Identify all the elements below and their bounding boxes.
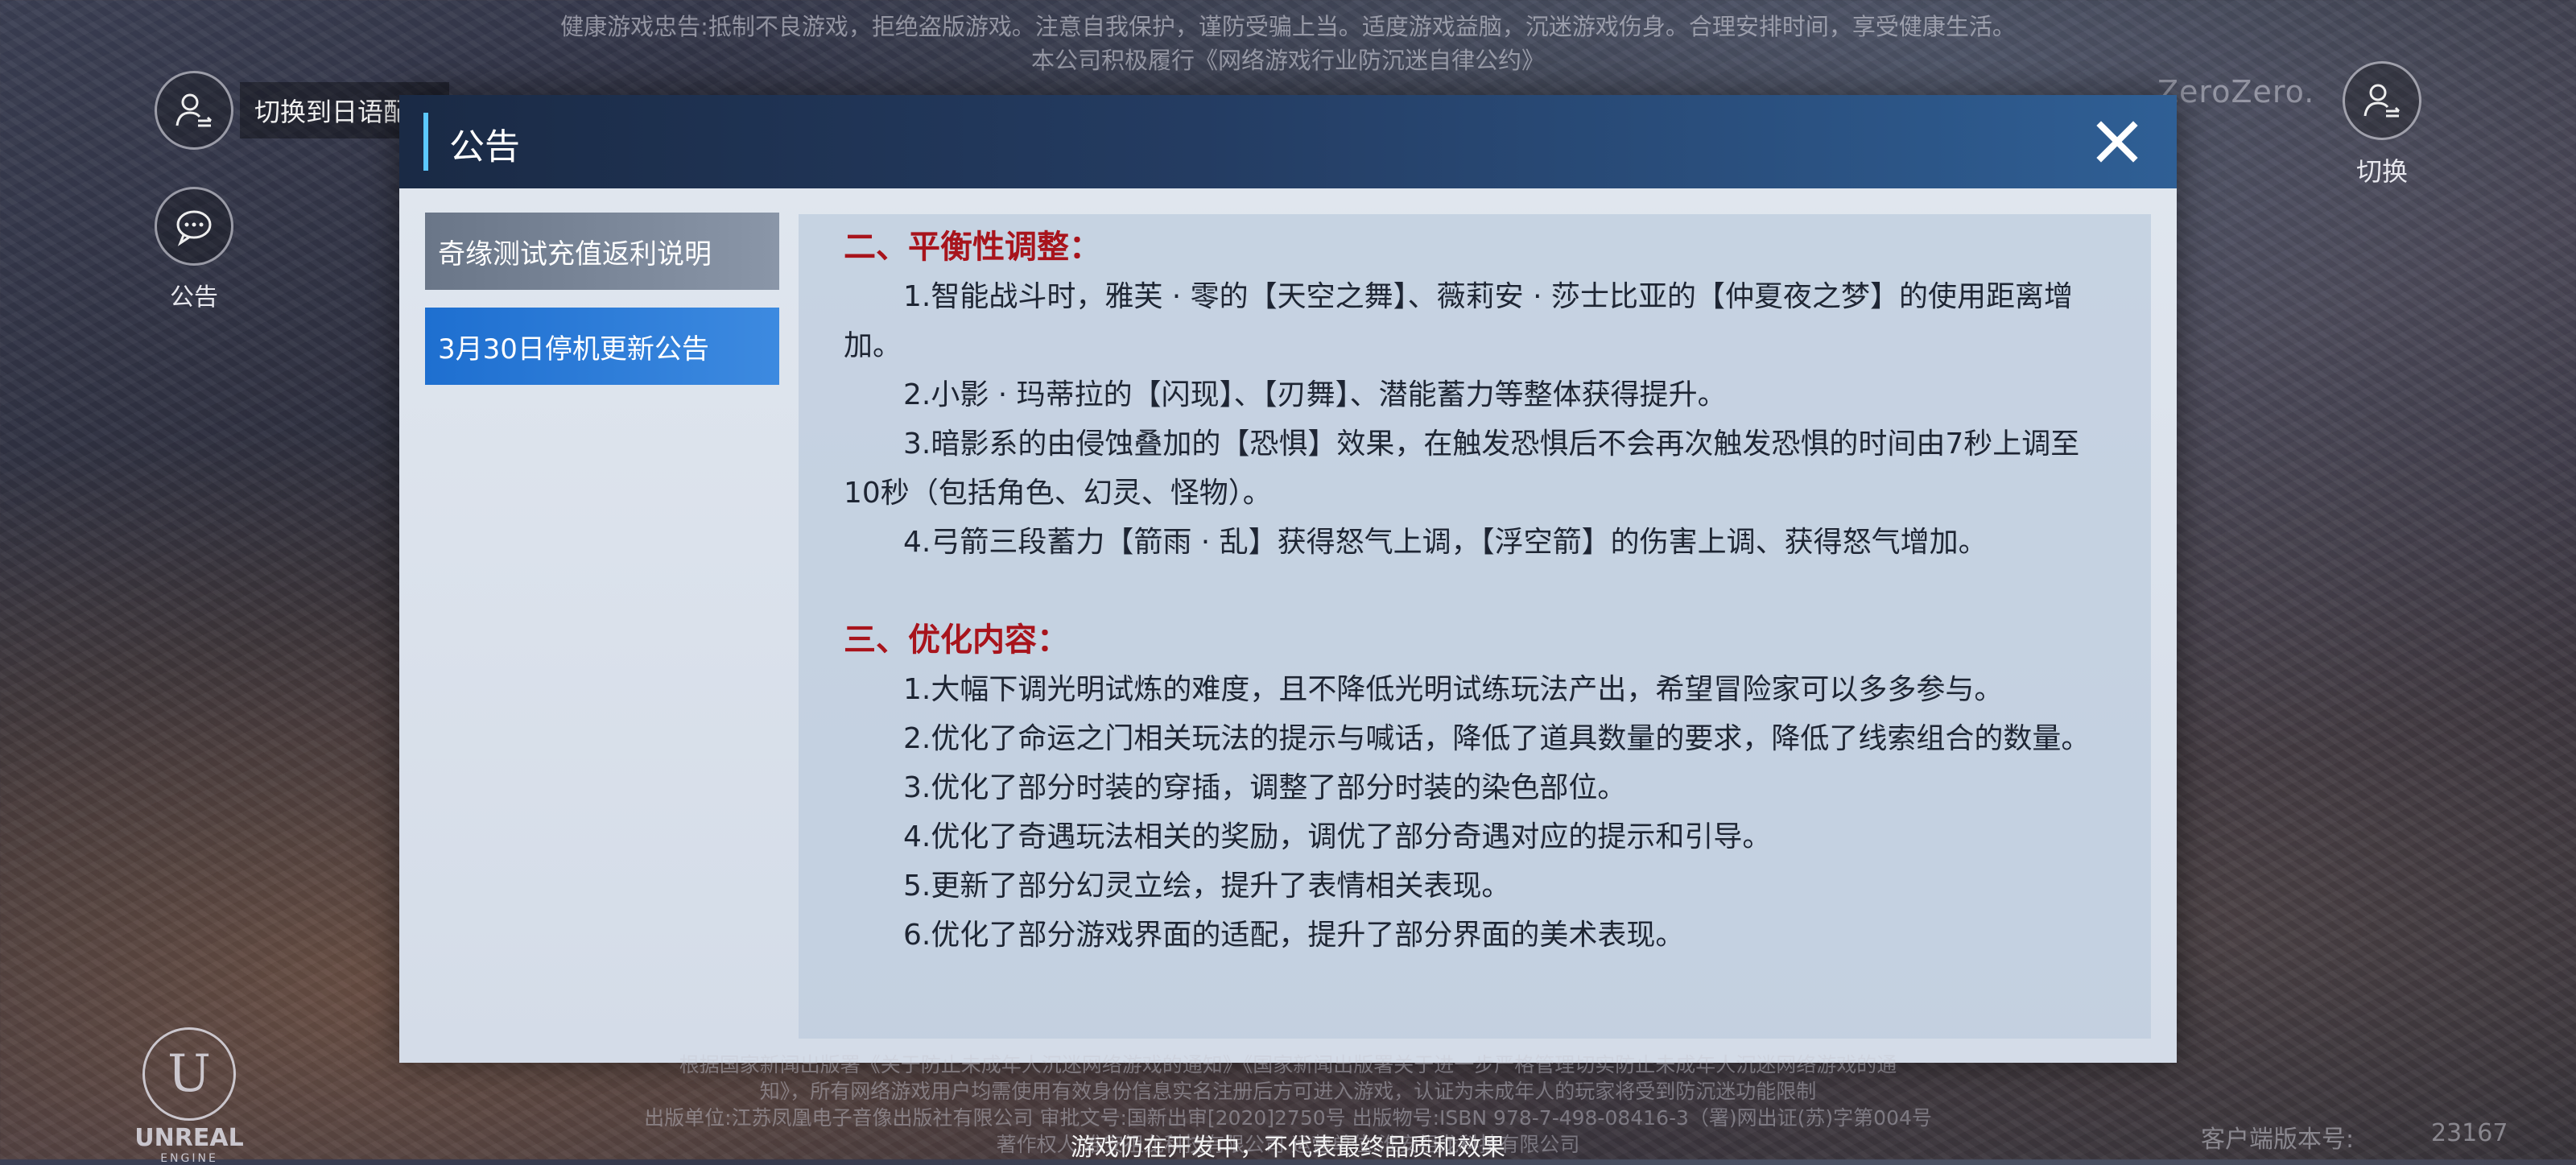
dialog-header: 公告: [399, 95, 2177, 188]
section-item: 5.更新了部分幻灵立绘，提升了表情相关表现。: [903, 870, 1511, 903]
dialog-title: 公告: [449, 126, 520, 167]
unreal-logo-icon: U: [142, 1027, 236, 1121]
user-switch-icon: [155, 71, 233, 150]
announcement-content[interactable]: 二、平衡性调整： 1.智能战斗时，雅芙 · 零的【天空之舞】、薇莉安 · 莎士比…: [799, 214, 2151, 1039]
switch-account-button[interactable]: 切换: [2343, 61, 2421, 188]
section-item: 6.优化了部分游戏界面的适配，提升了部分界面的美术表现。: [903, 919, 1685, 952]
health-notice: 健康游戏忠告:抵制不良游戏，拒绝盗版游戏。注意自我保护，谨防受骗上当。适度游戏益…: [0, 10, 2576, 77]
notice-button[interactable]: 公告: [155, 187, 233, 312]
chat-bubble-icon: [155, 187, 233, 266]
section-item: 4.优化了奇遇玩法相关的奖励，调优了部分奇遇对应的提示和引导。: [903, 820, 1772, 853]
section-title: 二、平衡性调整：: [844, 229, 1101, 266]
footer-line: 根据国家新闻出版署《关于防止未成年人沉迷网络游戏的通知》《国家新闻出版署关于进一…: [679, 1053, 1897, 1076]
unreal-logo-subtext: ENGINE: [160, 1152, 218, 1165]
section-item: 3.暗影系的由侵蚀叠加的【恐惧】效果，在触发恐惧后不会再次触发恐惧的时间由7秒上…: [844, 428, 2080, 510]
tab-maintenance-update[interactable]: 3月30日停机更新公告: [425, 308, 779, 385]
switch-account-label: 切换: [2355, 156, 2408, 187]
tab-recharge-rebate[interactable]: 奇缘测试充值返利说明: [425, 213, 779, 290]
dev-notice: 游戏仍在开发中，不代表最终品质和效果: [1071, 1134, 1505, 1162]
tab-label: 奇缘测试充值返利说明: [438, 238, 712, 271]
close-button[interactable]: [2093, 118, 2141, 166]
section-item: 2.优化了命运之门相关玩法的提示与喊话，降低了道具数量的要求，降低了线索组合的数…: [903, 722, 2091, 755]
brand-watermark: ZeroZero.: [2157, 74, 2315, 109]
section-title: 三、优化内容：: [844, 622, 1069, 659]
footer-line: 知》，所有网络游戏用户均需使用有效身份信息实名注册后方可进入游戏，认证为未成年人…: [759, 1080, 1817, 1103]
announcement-dialog: 公告 奇缘测试充值返利说明 3月30日停机更新公告 二、平衡性调整： 1.智能战…: [399, 95, 2177, 1063]
client-version-number: 23167: [2431, 1119, 2508, 1147]
close-icon: [2096, 121, 2138, 163]
section-item: 3.优化了部分时装的穿插，调整了部分时装的染色部位。: [903, 771, 1627, 804]
announcement-text: 二、平衡性调整： 1.智能战斗时，雅芙 · 零的【天空之舞】、薇莉安 · 莎士比…: [844, 222, 2116, 960]
header-accent-bar: [423, 113, 428, 171]
section-item: 2.小影 · 玛蒂拉的【闪现】、【刃舞】、潜能蓄力等整体获得提升。: [903, 378, 1727, 411]
section-item: 1.智能战斗时，雅芙 · 零的【天空之舞】、薇莉安 · 莎士比亚的【仲夏夜之梦】…: [844, 280, 2074, 362]
client-version-label: 客户端版本号:: [2201, 1126, 2355, 1154]
section-item: 1.大幅下调光明试炼的难度，且不降低光明试练玩法产出，希望冒险家可以多多参与。: [903, 673, 2004, 706]
health-notice-line1: 健康游戏忠告:抵制不良游戏，拒绝盗版游戏。注意自我保护，谨防受骗上当。适度游戏益…: [560, 13, 2016, 40]
unreal-logo-text: UNREAL: [134, 1124, 244, 1152]
section-item: 4.弓箭三段蓄力【箭雨 · 乱】获得怒气上调，【浮空箭】的伤害上调、获得怒气增加…: [903, 526, 1988, 559]
tab-label: 3月30日停机更新公告: [438, 333, 709, 366]
user-switch-icon: [2343, 61, 2421, 140]
notice-label: 公告: [170, 283, 218, 312]
unreal-engine-logo: U UNREAL ENGINE: [129, 1027, 250, 1165]
